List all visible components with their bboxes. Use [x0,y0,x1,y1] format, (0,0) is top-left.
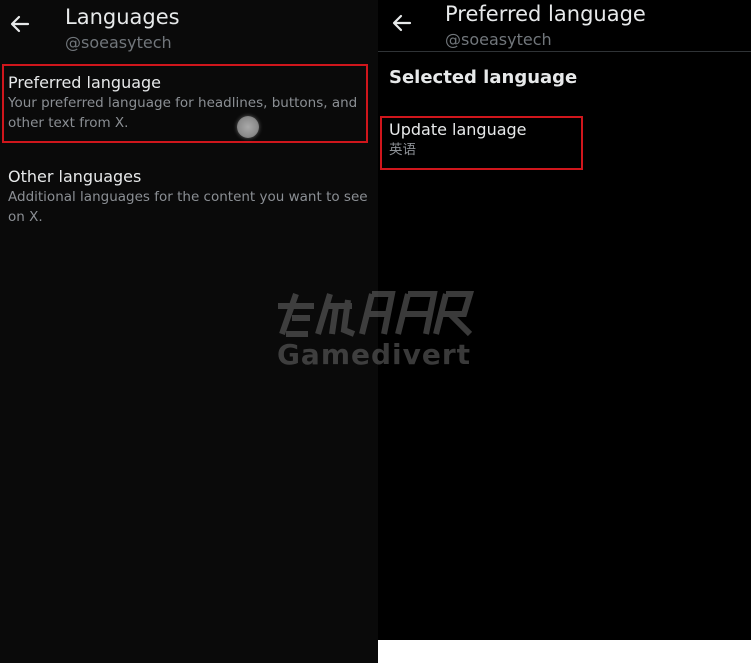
other-languages-desc-line2: on X. [8,209,43,225]
highlight-box [380,116,583,170]
section-title: Selected language [389,67,578,88]
back-arrow-icon[interactable] [8,12,32,36]
other-languages-desc-line1: Additional languages for the content you… [8,189,368,205]
header-divider [378,51,751,52]
account-handle: @soeasytech [445,30,552,49]
watermark-text: Gamedivert [276,338,472,371]
watermark-logo-icon [278,291,475,337]
page-title: Preferred language [445,2,646,26]
watermark: Gamedivert [274,290,475,374]
touch-indicator-icon [237,116,259,138]
back-arrow-icon[interactable] [390,11,414,35]
highlight-box [2,64,368,143]
bottom-white-strip [378,640,751,663]
page-title: Languages [65,5,180,29]
other-languages-title: Other languages [8,167,142,186]
account-handle: @soeasytech [65,33,172,52]
